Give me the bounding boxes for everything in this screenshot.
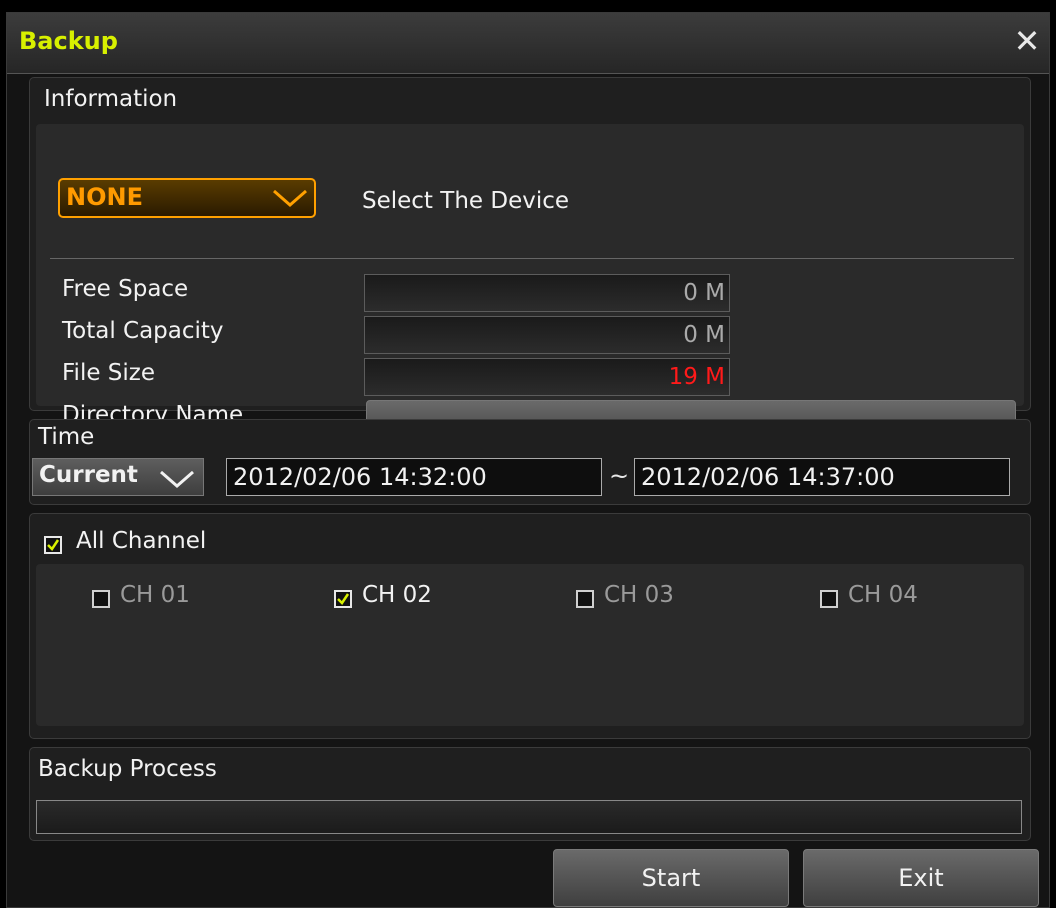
time-mode-select[interactable]: Current: [32, 458, 204, 496]
start-datetime-field[interactable]: 2012/02/06 14:32:00: [226, 458, 602, 496]
total-capacity-value: 0 M: [364, 316, 730, 354]
all-channel-checkbox[interactable]: [44, 536, 62, 554]
checkbox-icon: [47, 539, 60, 551]
free-space-value: 0 M: [364, 274, 730, 312]
total-capacity-label: Total Capacity: [62, 318, 224, 344]
ch01-checkbox[interactable]: [92, 590, 110, 608]
information-body: NONE Select The Device Free Space 0 M To…: [36, 124, 1024, 436]
backup-process-panel: Backup Process: [29, 747, 1031, 841]
all-channel-label: All Channel: [76, 528, 207, 554]
file-size-label: File Size: [62, 360, 156, 386]
device-hint: Select The Device: [362, 188, 570, 214]
range-separator: ~: [609, 462, 630, 490]
device-select-value: NONE: [66, 183, 143, 211]
channel-panel: All Channel CH 01 CH 02 CH 03 CH 04: [29, 513, 1031, 739]
ch03-checkbox[interactable]: [576, 590, 594, 608]
title-bar: Backup ✕: [7, 13, 1049, 74]
time-panel: Time Current 2012/02/06 14:32:00 ~ 2012/…: [29, 419, 1031, 505]
checkbox-icon: [337, 593, 350, 605]
backup-progress-bar: [36, 800, 1022, 834]
ch04-label: CH 04: [848, 582, 918, 608]
chevron-down-icon: [273, 189, 307, 207]
dialog-title: Backup: [19, 27, 118, 55]
time-mode-value: Current: [39, 462, 138, 488]
ch01-label: CH 01: [120, 582, 190, 608]
divider: [50, 258, 1014, 259]
ch02-label: CH 02: [362, 582, 432, 608]
chevron-down-icon: [160, 470, 194, 488]
ch04-checkbox[interactable]: [820, 590, 838, 608]
backup-process-heading: Backup Process: [38, 756, 217, 782]
exit-button[interactable]: Exit: [803, 849, 1039, 907]
backup-dialog: Backup ✕ Information NONE Select The Dev…: [6, 12, 1050, 908]
end-datetime-field[interactable]: 2012/02/06 14:37:00: [634, 458, 1010, 496]
channel-list: CH 01 CH 02 CH 03 CH 04: [36, 564, 1024, 726]
information-panel: Information NONE Select The Device Free …: [29, 77, 1031, 436]
start-button[interactable]: Start: [553, 849, 789, 907]
free-space-label: Free Space: [62, 276, 189, 302]
close-icon[interactable]: ✕: [1011, 25, 1043, 57]
time-heading: Time: [38, 424, 95, 450]
ch02-checkbox[interactable]: [334, 590, 352, 608]
information-heading: Information: [44, 86, 178, 112]
device-select[interactable]: NONE: [58, 178, 316, 218]
file-size-value: 19 M: [364, 358, 730, 396]
ch03-label: CH 03: [604, 582, 674, 608]
